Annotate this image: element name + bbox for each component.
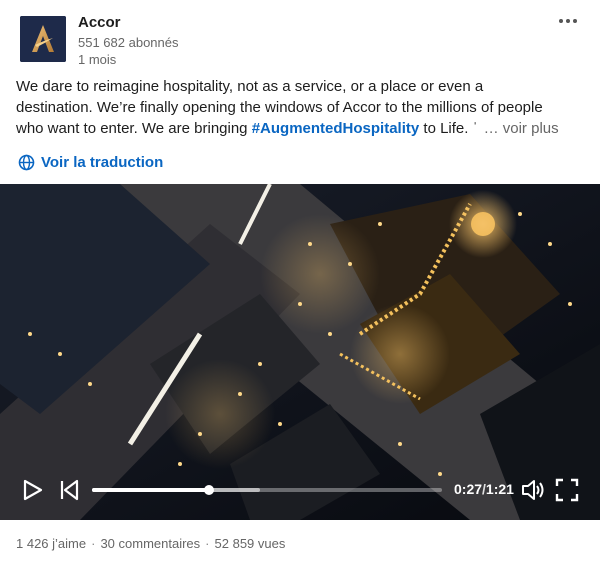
dot-icon <box>573 19 577 23</box>
progress-bar[interactable] <box>92 485 442 495</box>
current-time: 0:27 <box>454 481 483 497</box>
hashtag-link[interactable]: #AugmentedHospitality <box>252 120 420 137</box>
post-body: We dare to reimagine hospitality, not as… <box>16 76 588 139</box>
likes-count[interactable]: 1 426 j’aime <box>16 536 86 551</box>
separator-dot: · <box>205 536 210 551</box>
post-text-line: who want to enter. We are bringing #Augm… <box>16 118 588 139</box>
post-header: Accor 551 682 abonnés 1 mois <box>0 0 600 72</box>
views-count: 52 859 vues <box>214 536 286 551</box>
post-text-segment: to Life. ˈ <box>419 120 478 137</box>
more-options-button[interactable] <box>553 12 583 30</box>
time-separator: / <box>482 481 486 497</box>
rewind-icon <box>60 479 79 501</box>
globe-icon <box>18 154 35 170</box>
translate-button[interactable]: Voir la traduction <box>18 150 163 174</box>
video-player[interactable]: 0:27/1:21 <box>0 184 600 520</box>
post-text-line: We dare to reimagine hospitality, not as… <box>16 78 484 95</box>
translate-label: Voir la traduction <box>41 153 164 171</box>
rewind-button[interactable] <box>58 478 80 502</box>
separator-dot: · <box>91 536 96 551</box>
social-counts: 1 426 j’aime · 30 commentaires · 52 859 … <box>16 536 285 551</box>
play-icon <box>23 479 43 501</box>
accor-logo-icon <box>20 16 66 62</box>
fullscreen-icon <box>555 478 579 502</box>
see-more-link[interactable]: … voir plus <box>484 120 559 137</box>
video-controls: 0:27/1:21 <box>0 464 600 520</box>
post-text-segment: who want to enter. We are bringing <box>16 120 252 137</box>
fullscreen-button[interactable] <box>554 477 580 503</box>
post-timestamp: 1 mois <box>78 52 117 67</box>
follower-count: 551 682 abonnés <box>78 35 179 50</box>
timecode: 0:27/1:21 <box>454 481 514 497</box>
volume-icon <box>522 480 544 500</box>
comments-count[interactable]: 30 commentaires <box>100 536 200 551</box>
play-button[interactable] <box>22 478 44 502</box>
progress-handle[interactable] <box>203 485 214 495</box>
post-text-line: destination. We’re finally opening the w… <box>16 99 543 116</box>
dot-icon <box>566 19 570 23</box>
company-logo[interactable] <box>20 16 66 62</box>
progress-fill <box>92 488 209 492</box>
volume-button[interactable] <box>520 477 546 503</box>
duration: 1:21 <box>485 481 514 497</box>
dot-icon <box>559 19 563 23</box>
company-name[interactable]: Accor <box>78 14 121 31</box>
